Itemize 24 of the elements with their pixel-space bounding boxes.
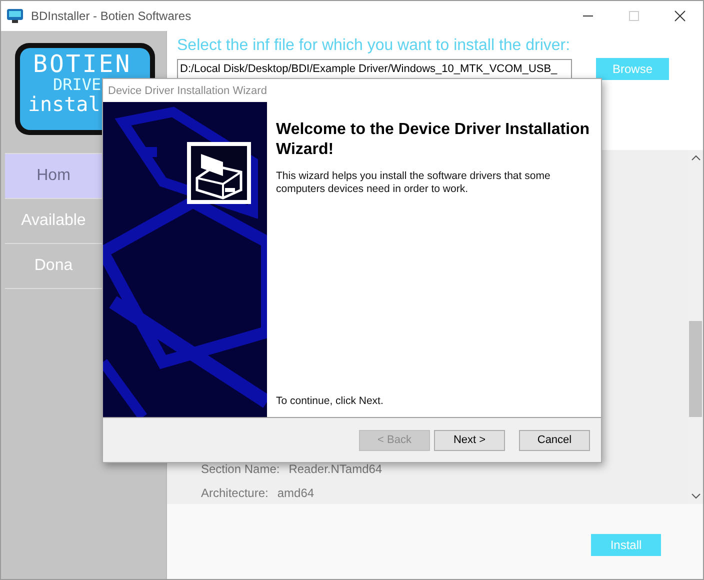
- close-icon[interactable]: [674, 10, 686, 22]
- instruction-text: Select the inf file for which you want to install the driver:: [177, 37, 572, 55]
- detail-label: Architecture:: [201, 486, 268, 500]
- scroll-thumb[interactable]: [689, 321, 702, 417]
- logo-text: BOTIEN: [33, 52, 132, 78]
- welcome-heading: Welcome to the Device Driver Installation Wizard!: [276, 120, 591, 160]
- logo-text: instal: [28, 94, 100, 115]
- detail-value: amd64: [277, 486, 314, 500]
- browse-button[interactable]: Browse: [596, 58, 669, 80]
- logo-text: DRIVE: [53, 77, 102, 94]
- hardware-icon: [187, 142, 251, 204]
- app-icon: [7, 9, 23, 23]
- window-title: BDInstaller - Botien Softwares: [31, 9, 192, 23]
- welcome-text: This wizard helps you install the software drivers that some computers devices need in order to work.: [276, 170, 552, 196]
- scroll-up-icon[interactable]: [690, 155, 700, 161]
- install-button[interactable]: Install: [591, 534, 661, 556]
- detail-label: Section Name:: [201, 462, 280, 476]
- continue-text: To continue, click Next.: [276, 395, 384, 407]
- wizard-button[interactable]: Next >: [434, 430, 505, 450]
- detail-value: Reader.NTamd64: [288, 462, 382, 476]
- wizard-button[interactable]: Cancel: [519, 430, 590, 450]
- path-field[interactable]: D:/Local Disk/Desktop/BDI/Example Driver/Windows_10_MTK_VCOM_USB_: [177, 59, 572, 79]
- dialog-title: Device Driver Installation Wizard: [107, 84, 268, 98]
- scroll-down-icon[interactable]: [690, 493, 700, 499]
